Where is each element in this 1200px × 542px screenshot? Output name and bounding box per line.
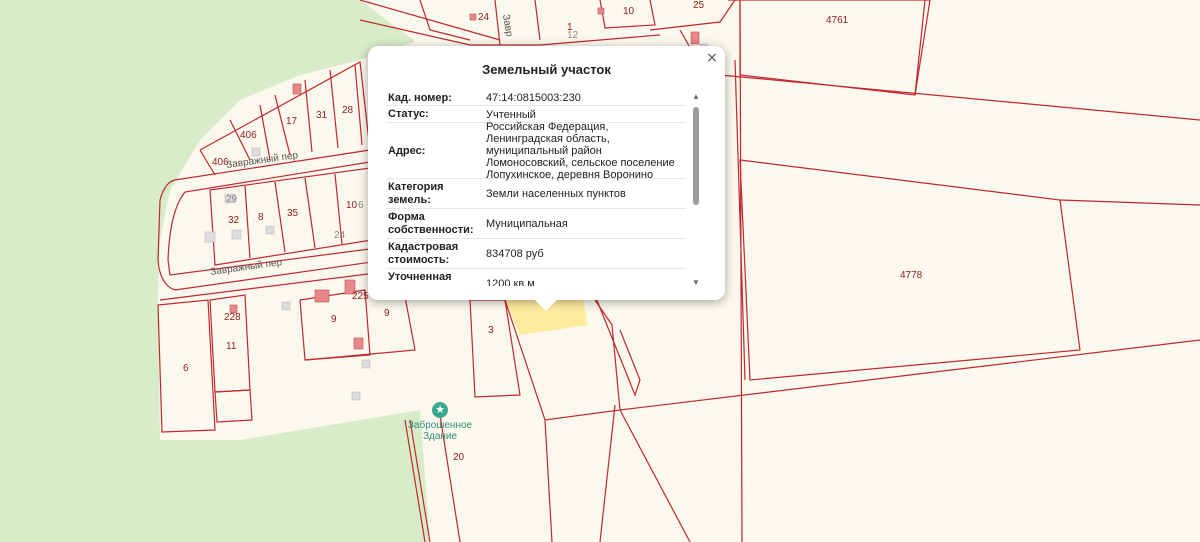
parcel-number: 25 bbox=[693, 0, 705, 11]
parcel-number: 10 bbox=[623, 6, 635, 17]
row-value: Российская Федерация, Ленинградская обла… bbox=[486, 121, 675, 181]
building-gray bbox=[281, 301, 291, 311]
building bbox=[690, 31, 700, 45]
parcel-number: 6 bbox=[183, 363, 189, 374]
row-label: Кад. номер: bbox=[388, 91, 452, 104]
row-value: 834708 руб bbox=[486, 248, 544, 260]
building-gray bbox=[361, 359, 371, 369]
row-label: Уточненная площадь: bbox=[388, 271, 452, 286]
row-label: Форма собственности: bbox=[388, 211, 474, 236]
scroll-down-icon[interactable]: ▼ bbox=[691, 278, 701, 288]
parcel-center-2 bbox=[544, 404, 691, 542]
row-label: Кадастровая стоимость: bbox=[388, 241, 459, 266]
poi-abandoned-building[interactable]: ★ Заброшенное Здание bbox=[404, 402, 476, 442]
info-row-area: Уточненная площадь: 1200 кв.м bbox=[386, 269, 686, 286]
parcel-number: 12 bbox=[567, 30, 579, 41]
row-value: 1200 кв.м bbox=[486, 278, 535, 286]
row-label: Адрес: bbox=[388, 144, 426, 157]
info-row-address: Адрес: Российская Федерация, Ленинградск… bbox=[386, 121, 686, 181]
info-row-land-category: Категория земель: Земли населенных пункт… bbox=[386, 179, 686, 209]
parcel-number: 29 bbox=[226, 194, 238, 205]
row-value: Муниципальная bbox=[486, 218, 568, 230]
popup-title: Земельный участок bbox=[482, 62, 611, 77]
street-loop-outer bbox=[157, 149, 401, 291]
parcel-number: 3 bbox=[488, 325, 494, 336]
popup-scrollbar[interactable]: ▲ ▼ bbox=[691, 92, 701, 288]
poi-label: Заброшенное bbox=[407, 420, 473, 431]
parcel-number: 4778 bbox=[900, 270, 923, 281]
building bbox=[469, 13, 477, 21]
parcel-number: 11 bbox=[226, 341, 237, 352]
info-row-cadastral-number: Кад. номер: 47:14:0815003:230 bbox=[386, 90, 686, 106]
parcel-info-popup: × Земельный участок Кад. номер: 47:14:08… bbox=[368, 46, 725, 311]
info-row-cadastral-value: Кадастровая стоимость: 834708 руб bbox=[386, 239, 686, 269]
parcel-number: 9 bbox=[384, 308, 390, 319]
building bbox=[597, 7, 605, 15]
building-gray bbox=[231, 229, 242, 240]
building bbox=[314, 289, 330, 303]
row-value: Земли населенных пунктов bbox=[486, 188, 626, 200]
parcel-number: 20 bbox=[453, 452, 465, 463]
parcel-number: 32 bbox=[228, 215, 240, 226]
scroll-up-icon[interactable]: ▲ bbox=[691, 92, 701, 102]
parcel-number: 225 bbox=[352, 291, 369, 302]
parcel-number: 8 bbox=[258, 212, 264, 223]
building-gray bbox=[351, 391, 361, 401]
parcel-number: 24 bbox=[478, 12, 490, 23]
building bbox=[292, 83, 302, 95]
building-gray bbox=[204, 231, 216, 243]
row-value[interactable]: 47:14:0815003:230 bbox=[486, 90, 686, 105]
parcel-number: 228 bbox=[224, 312, 241, 323]
parcel-number: 10 bbox=[346, 200, 358, 211]
parcel-number: 24 bbox=[334, 230, 346, 241]
parcel-number: 35 bbox=[287, 208, 299, 219]
parcel-number: 9 bbox=[331, 314, 337, 325]
poi-label: Здание bbox=[422, 431, 458, 442]
building bbox=[353, 337, 364, 350]
parcel-number: 31 bbox=[316, 110, 328, 121]
parcel-road-vertical bbox=[595, 297, 641, 397]
parcel-upper-right bbox=[719, 0, 1200, 121]
parcel-left-3 bbox=[214, 389, 253, 423]
green-area-top bbox=[360, 0, 720, 50]
parcel-number: 6 bbox=[358, 200, 364, 211]
star-icon: ★ bbox=[432, 402, 448, 418]
info-table: Кад. номер: 47:14:0815003:230 Статус: Уч… bbox=[386, 90, 686, 286]
row-label: Категория земель: bbox=[388, 181, 444, 206]
parcel-number: 28 bbox=[342, 105, 354, 116]
scroll-thumb[interactable] bbox=[693, 107, 699, 205]
parcel-number: 4761 bbox=[826, 15, 849, 26]
parcel-strip bbox=[728, 0, 746, 542]
building-gray bbox=[265, 225, 275, 235]
parcel-number: 406 bbox=[240, 130, 257, 141]
parcel-number: 17 bbox=[286, 116, 298, 127]
info-row-ownership: Форма собственности: Муниципальная bbox=[386, 209, 686, 239]
row-label: Статус: bbox=[388, 108, 429, 120]
